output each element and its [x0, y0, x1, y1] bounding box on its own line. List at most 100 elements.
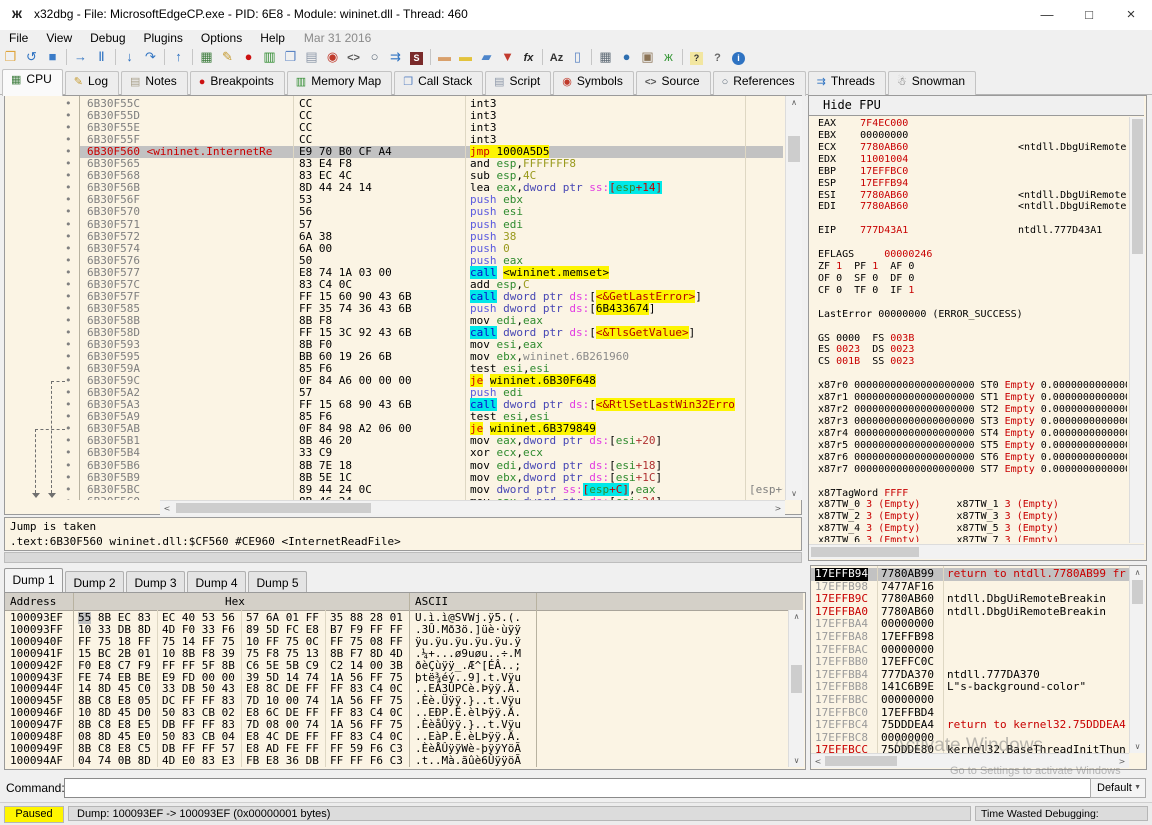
dump-vertical-scrollbar[interactable]: ∧ ∨ [788, 610, 804, 767]
register-line[interactable]: CS 001B SS 0023 [818, 356, 914, 368]
scroll-right-icon[interactable]: > [773, 504, 783, 513]
disasm-row[interactable]: •6B30F5726A 38push 38 [5, 231, 783, 243]
disasm-row[interactable]: •6B30F5B68B 7E 18mov edi,dword ptr ds:[e… [5, 460, 783, 472]
register-line[interactable]: x87r5 00000000000000000000 ST5 Empty 0.0… [818, 440, 1127, 452]
tab-references[interactable]: ○References [713, 71, 806, 96]
tab-symbols[interactable]: ◉Symbols [553, 71, 634, 96]
pause-button[interactable]: Ⅱ [91, 46, 112, 67]
register-line[interactable]: x87TW_0 3 (Empty) x87TW_1 3 (Empty) [818, 499, 1059, 511]
open-file-button[interactable]: ❐ [0, 46, 21, 67]
scroll-up-icon[interactable]: ∧ [786, 98, 802, 107]
register-line[interactable]: EAX 7F4EC000 [818, 118, 908, 130]
breakpoint-dot-icon[interactable]: • [65, 291, 72, 303]
tab-threads[interactable]: ⇉Threads [808, 71, 886, 96]
log-button[interactable]: ✎ [217, 46, 238, 67]
register-line[interactable]: x87TW_4 3 (Empty) x87TW_5 3 (Empty) [818, 523, 1059, 535]
disasm-row[interactable]: •6B30F57650push eax [5, 255, 783, 267]
stack-row[interactable]: 17EFFBB017EFFC0C [811, 656, 1130, 669]
maximize-button[interactable]: □ [1068, 0, 1110, 30]
disasm-horizontal-scrollbar[interactable]: < > [160, 500, 785, 515]
symbols-button[interactable]: ◉ [322, 46, 343, 67]
scrollbar-thumb[interactable] [825, 756, 897, 766]
breakpoint-dot-icon[interactable]: • [65, 243, 72, 255]
scroll-up-icon[interactable]: ∧ [1130, 568, 1145, 577]
calculator-button[interactable]: ▦ [595, 46, 616, 67]
breakpoint-dot-icon[interactable]: • [65, 279, 72, 291]
tab-notes[interactable]: ▤Notes [121, 71, 188, 96]
breakpoint-dot-icon[interactable]: • [65, 267, 72, 279]
register-line[interactable]: LastError 00000000 (ERROR_SUCCESS) [818, 309, 1023, 321]
tab-dump-3[interactable]: Dump 3 [126, 571, 185, 592]
scrollbar-thumb[interactable] [176, 503, 371, 513]
command-profile-dropdown[interactable]: Default ▼ [1090, 778, 1146, 798]
function-button[interactable]: fx [518, 46, 539, 67]
disasm-row[interactable]: •6B30F577E8 74 1A 03 00call <wininet.mem… [5, 267, 783, 279]
menu-debug[interactable]: Debug [81, 30, 134, 47]
breakpoint-dot-icon[interactable]: • [65, 231, 72, 243]
register-line[interactable]: ESI 7780AB60<ntdll.DbgUiRemoteBreakin> [818, 190, 908, 202]
disasm-row[interactable]: •6B30F57FFF 15 60 90 43 6Bcall dword ptr… [5, 291, 783, 303]
memory-map-button[interactable]: ▥ [259, 46, 280, 67]
breakpoint-dot-icon[interactable]: • [65, 219, 72, 231]
breakpoint-button[interactable]: ● [238, 46, 259, 67]
breakpoint-dot-icon[interactable]: • [65, 206, 72, 218]
register-line[interactable]: OF 0 SF 0 DF 0 [818, 273, 914, 285]
bookmark-button[interactable]: ▼ [497, 46, 518, 67]
scrollbar-thumb[interactable] [1132, 119, 1143, 254]
source-button[interactable]: <> [343, 46, 364, 67]
tab-log[interactable]: ✎Log [65, 71, 119, 96]
about-button[interactable]: i [728, 46, 749, 67]
register-line[interactable]: EDI 7780AB60<ntdll.DbgUiRemoteBreakin> [818, 201, 908, 213]
disasm-row[interactable]: •6B30F5B98B 5E 1Cmov ebx,dword ptr ds:[e… [5, 472, 783, 484]
registers-horizontal-scrollbar[interactable] [809, 544, 1144, 559]
dump-row[interactable]: 1000941F15 BC 2B 0110 8B F8 3975 F8 75 1… [5, 648, 787, 660]
stack-vertical-scrollbar[interactable]: ∧ ∨ [1129, 566, 1145, 753]
stack-row[interactable]: 17EFFBBC00000000 [811, 694, 1130, 707]
register-line[interactable]: GS 0000 FS 003B [818, 333, 914, 345]
register-line[interactable]: CF 0 TF 0 IF 1 [818, 285, 914, 297]
tab-cpu[interactable]: ▦CPU [2, 69, 63, 96]
stack-row[interactable]: 17EFFB9C7780AB60ntdll.DbgUiRemoteBreakin [811, 593, 1130, 606]
register-line[interactable]: EBX 00000000 [818, 130, 908, 142]
register-line[interactable]: EBP 17EFFBC0 [818, 166, 908, 178]
scroll-down-icon[interactable]: ∨ [789, 756, 804, 765]
help-contents-button[interactable]: ? [686, 46, 707, 67]
register-line[interactable]: x87r7 00000000000000000000 ST7 Empty 0.0… [818, 464, 1127, 476]
menu-file[interactable]: File [0, 30, 37, 47]
disasm-row[interactable]: •6B30F57157push edi [5, 219, 783, 231]
scrollbar-thumb[interactable] [791, 665, 802, 693]
dump-row[interactable]: 1000940FFF 75 18 FF75 14 FF 7510 FF 75 0… [5, 636, 787, 648]
breakpoint-dot-icon[interactable]: • [65, 255, 72, 267]
scroll-left-icon[interactable]: < [162, 504, 172, 513]
shortcuts-button[interactable]: ? [707, 46, 728, 67]
register-line[interactable]: x87TW_2 3 (Empty) x87TW_3 3 (Empty) [818, 511, 1059, 523]
attach-button[interactable]: ж [658, 46, 679, 67]
restart-button[interactable]: ↺ [21, 46, 42, 67]
register-line[interactable]: EDX 11001004 [818, 154, 908, 166]
stop-button[interactable]: ■ [42, 46, 63, 67]
register-line[interactable]: x87TagWord FFFF [818, 488, 908, 500]
tab-dump-1[interactable]: Dump 1 [4, 568, 63, 592]
breakpoint-dot-icon[interactable]: • [65, 472, 72, 484]
scrollbar-thumb[interactable] [1132, 580, 1143, 604]
step-into-button[interactable]: ↓ [119, 46, 140, 67]
stack-row[interactable]: 17EFFBC475DDDEA4return to kernel32.75DDD… [811, 719, 1130, 732]
comment-button[interactable]: ▬ [455, 46, 476, 67]
disasm-row[interactable]: •6B30F57C83 C4 0Cadd esp,C [5, 279, 783, 291]
tab-dump-4[interactable]: Dump 4 [187, 571, 246, 592]
stack-row[interactable]: 17EFFBA817EFFB98 [811, 631, 1130, 644]
menu-view[interactable]: View [37, 30, 81, 47]
hide-fpu-button[interactable]: Hide FPU [809, 96, 1144, 116]
tab-script[interactable]: ▤Script [485, 71, 551, 96]
breakpoint-dot-icon[interactable]: • [65, 447, 72, 459]
label-button[interactable]: ▰ [476, 46, 497, 67]
register-line[interactable]: x87r1 00000000000000000000 ST1 Empty 0.0… [818, 392, 1127, 404]
step-over-button[interactable]: ↷ [140, 46, 161, 67]
register-line[interactable]: ECX 7780AB60<ntdll.DbgUiRemoteBreakin> [818, 142, 908, 154]
register-line[interactable]: x87r3 00000000000000000000 ST3 Empty 0.0… [818, 416, 1127, 428]
register-line[interactable]: EIP 777D43A1ntdll.777D43A1 [818, 225, 908, 237]
tab-memory-map[interactable]: ▥Memory Map [287, 71, 392, 96]
splitter-handle[interactable] [4, 552, 802, 563]
tab-call-stack[interactable]: ❐Call Stack [394, 71, 483, 96]
snowman-button[interactable]: S [406, 46, 427, 67]
